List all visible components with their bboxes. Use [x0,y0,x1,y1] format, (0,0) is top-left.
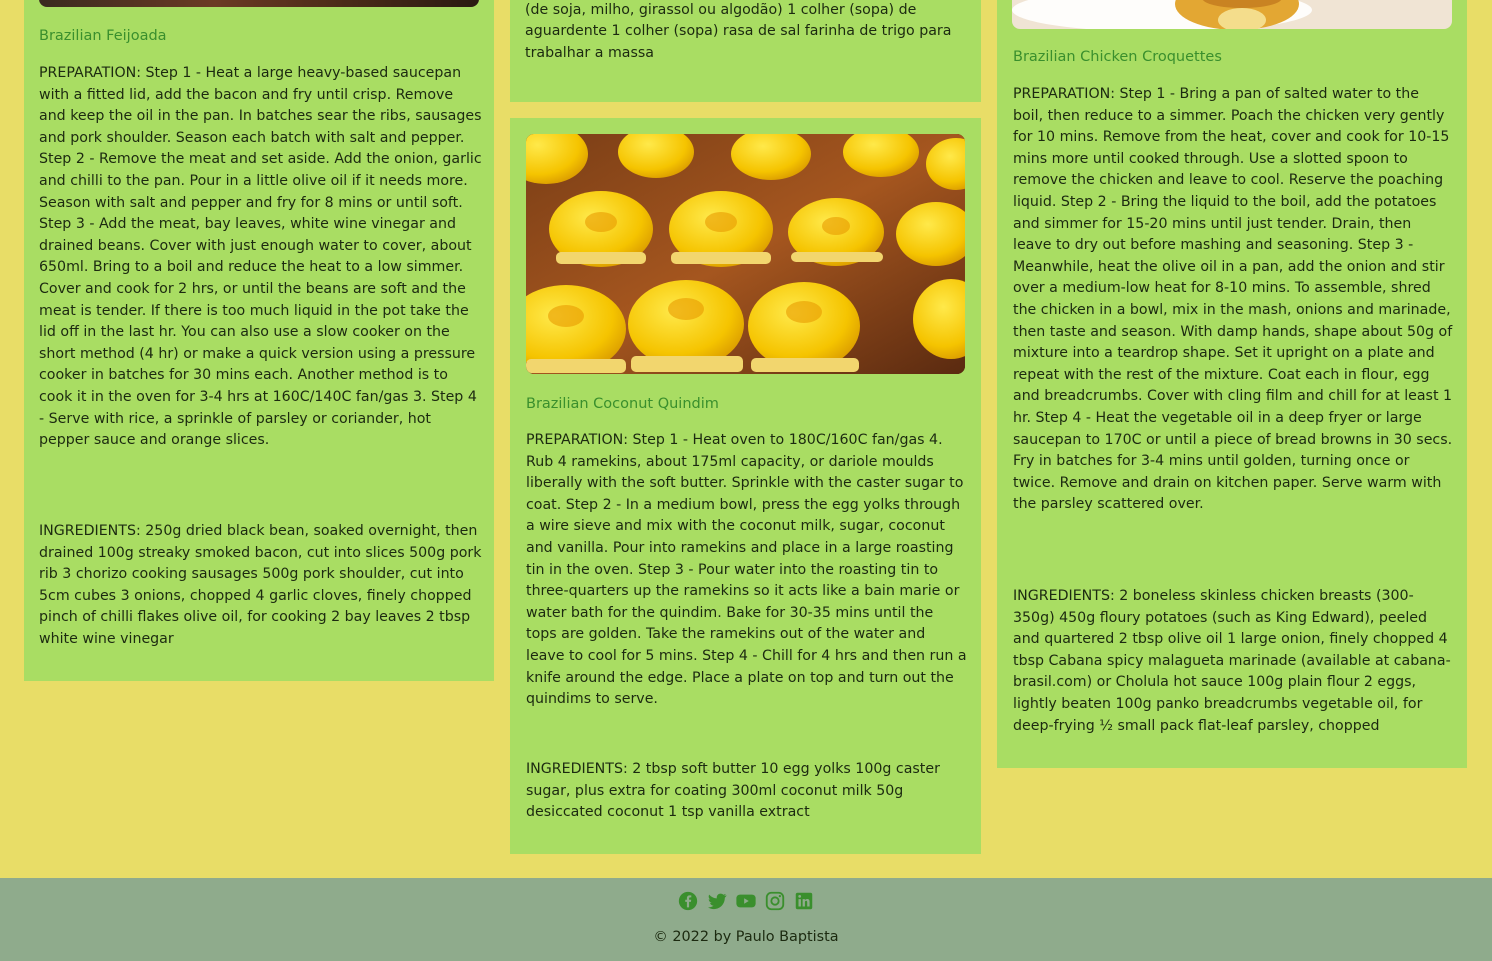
social-links [0,890,1492,912]
recipe-ingredients: água morna (ou um pouco mais) 3 colheres… [525,1,952,61]
recipe-card-feijoada: Brazilian Feijoada PREPARATION: Step 1 -… [24,0,494,681]
youtube-icon[interactable] [735,890,757,912]
copyright-text: © 2022 by Paulo Baptista [653,929,839,945]
recipe-card-fragment: água morna (ou um pouco mais) 3 colheres… [510,0,981,102]
recipe-preparation: PREPARATION: Step 1 - Heat oven to 180C/… [526,432,967,708]
recipe-preparation: PREPARATION: Step 1 - Heat a large heavy… [39,65,482,449]
recipe-preparation: PREPARATION: Step 1 - Bring a pan of sal… [1013,86,1453,513]
recipe-title: Brazilian Coconut Quindim [526,396,719,412]
recipe-title: Brazilian Feijoada [39,28,167,44]
recipe-ingredients: INGREDIENTS: 2 tbsp soft butter 10 egg y… [526,761,940,821]
instagram-icon[interactable] [764,890,786,912]
facebook-icon[interactable] [677,890,699,912]
recipe-title: Brazilian Chicken Croquettes [1013,49,1222,65]
croquettes-image [1012,0,1452,29]
feijoada-image [39,0,479,7]
recipe-ingredients: INGREDIENTS: 2 boneless skinless chicken… [1013,588,1451,734]
recipe-card-quindim: Brazilian Coconut Quindim PREPARATION: S… [510,118,981,854]
recipe-ingredients: INGREDIENTS: 250g dried black bean, soak… [39,523,482,647]
twitter-icon[interactable] [706,890,728,912]
recipe-card-croquettes: Brazilian Chicken Croquettes PREPARATION… [997,0,1467,768]
quindim-image [526,134,965,374]
linkedin-icon[interactable] [793,890,815,912]
site-footer: © 2022 by Paulo Baptista [0,878,1492,961]
